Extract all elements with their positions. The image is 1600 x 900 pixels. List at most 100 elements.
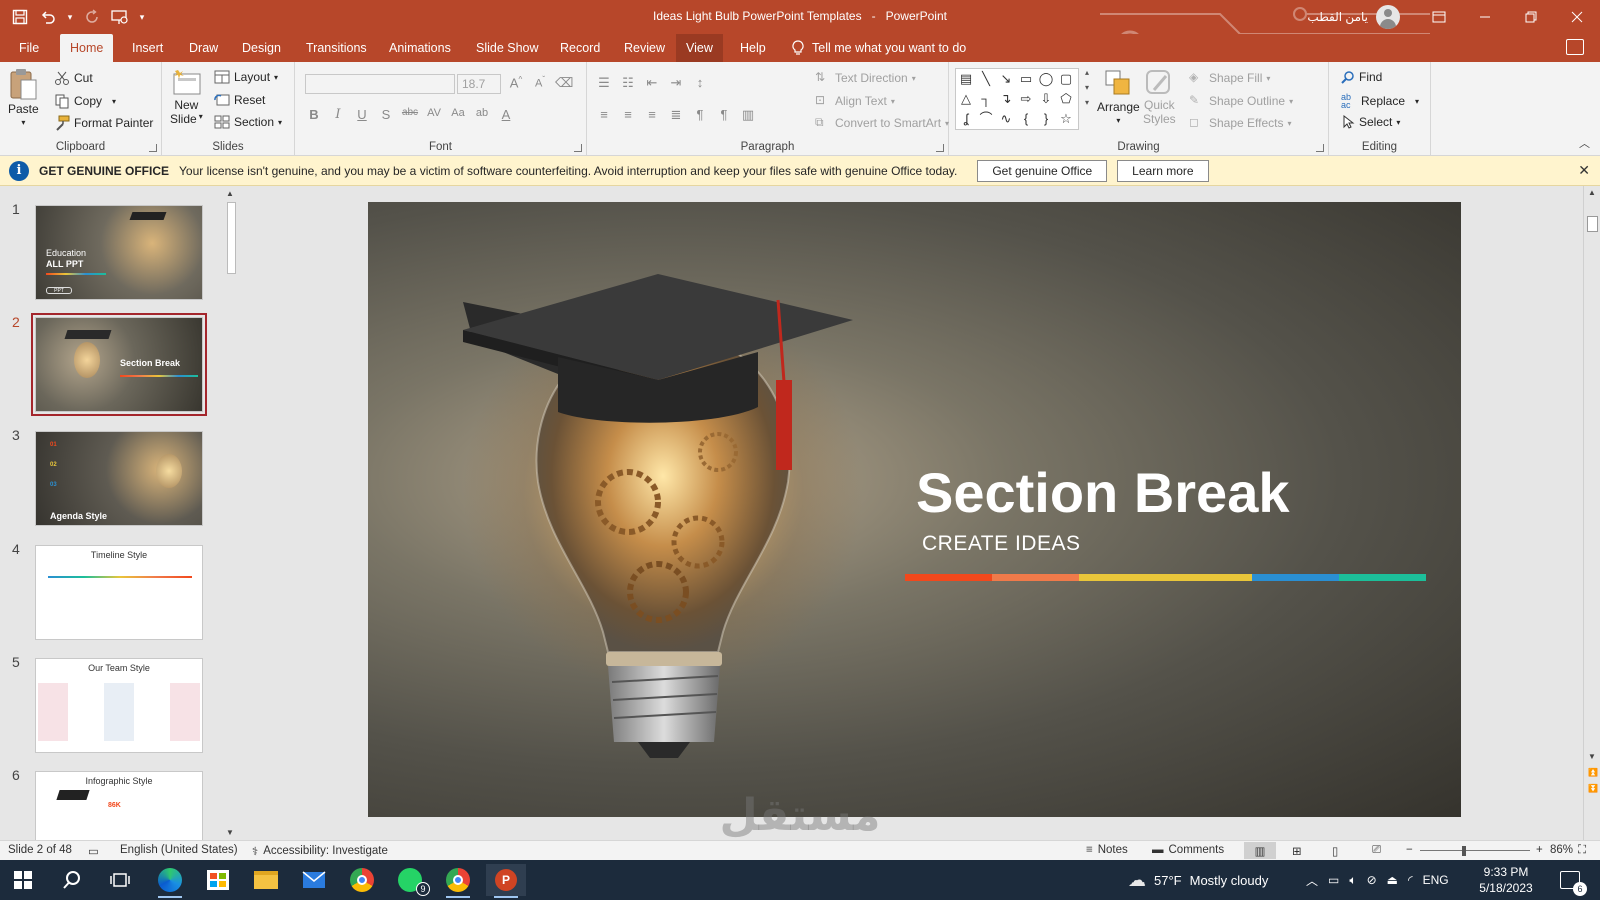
highlight-icon[interactable]: ab <box>473 107 491 122</box>
slide-title[interactable]: Section Break <box>916 460 1290 525</box>
reset-button[interactable]: Reset <box>214 93 265 107</box>
tab-file[interactable]: File <box>9 34 49 62</box>
account-area[interactable]: يامن القطب <box>1307 4 1400 30</box>
left-brace-shape-icon[interactable]: { <box>1016 109 1036 129</box>
align-left-icon[interactable]: ≡ <box>595 107 613 123</box>
language-status[interactable]: English (United States) <box>120 844 238 856</box>
system-clock[interactable]: 9:33 PM 5/18/2023 <box>1465 864 1547 896</box>
windows-start-icon[interactable] <box>3 864 43 896</box>
clear-formatting-icon[interactable]: ⌫ <box>555 75 573 91</box>
pentagon-shape-icon[interactable]: ⬠ <box>1056 89 1076 109</box>
slide-subtitle[interactable]: CREATE IDEAS <box>922 532 1080 556</box>
normal-view-icon[interactable]: ▥ <box>1244 842 1276 859</box>
clipboard-launcher-icon[interactable] <box>149 144 157 152</box>
bold-icon[interactable]: B <box>305 107 323 122</box>
justify-icon[interactable]: ≣ <box>667 107 685 123</box>
tab-review[interactable]: Review <box>614 34 675 62</box>
task-view-icon[interactable] <box>100 864 140 896</box>
edge-browser-icon[interactable] <box>150 864 190 898</box>
scroll-thumb[interactable] <box>227 202 236 274</box>
zoom-out-button[interactable]: − <box>1406 844 1413 856</box>
rounded-rect-shape-icon[interactable]: ▢ <box>1056 69 1076 89</box>
notification-center-icon[interactable]: 6 <box>1560 860 1587 900</box>
font-launcher-icon[interactable] <box>574 144 582 152</box>
mail-icon[interactable] <box>294 864 334 896</box>
arc-shape-icon[interactable]: ⌒ <box>976 109 996 129</box>
decrease-font-icon[interactable]: Aˇ <box>531 75 549 91</box>
zoom-slider[interactable] <box>1420 850 1530 851</box>
avatar[interactable] <box>1376 5 1400 29</box>
next-slide-icon[interactable]: ⏬ <box>1588 784 1598 793</box>
change-case-icon[interactable]: Aa <box>449 107 467 122</box>
paste-button[interactable]: Paste ▾ <box>8 68 39 127</box>
shape-effects-button[interactable]: ◻ Shape Effects ▾ <box>1189 115 1292 131</box>
oval-shape-icon[interactable]: ◯ <box>1036 69 1056 89</box>
restore-icon[interactable] <box>1508 0 1554 34</box>
columns-icon[interactable]: ▥ <box>739 107 757 123</box>
accessibility-status[interactable]: ⚕ Accessibility: Investigate <box>252 844 388 858</box>
font-color-icon[interactable]: A <box>497 107 515 122</box>
numbering-icon[interactable]: ☷ <box>619 75 637 91</box>
font-family-box[interactable] <box>305 74 455 94</box>
right-brace-shape-icon[interactable]: } <box>1036 109 1056 129</box>
increase-font-icon[interactable]: A^ <box>507 75 525 91</box>
slide-sorter-icon[interactable]: ⊞ <box>1292 844 1302 858</box>
triangle-shape-icon[interactable]: △ <box>956 89 976 109</box>
freeform-shape-icon[interactable]: ʆ <box>956 109 976 129</box>
input-language[interactable]: ENG <box>1423 873 1449 887</box>
section-button[interactable]: Section ▾ <box>214 115 282 129</box>
curve-shape-icon[interactable]: ∿ <box>996 109 1016 129</box>
slide-thumbnail-3[interactable]: 01 02 03 Agenda Style <box>35 431 203 526</box>
find-button[interactable]: Find <box>1341 70 1382 84</box>
new-slide-button[interactable]: New Slide ▾ <box>170 68 203 126</box>
text-direction-button[interactable]: ⇅ Text Direction ▾ <box>815 70 916 86</box>
chrome-icon[interactable] <box>342 864 382 896</box>
drawing-launcher-icon[interactable] <box>1316 144 1324 152</box>
format-painter-button[interactable]: Format Painter <box>54 115 153 131</box>
close-icon[interactable] <box>1554 0 1600 34</box>
paragraph-launcher-icon[interactable] <box>936 144 944 152</box>
line-spacing-icon[interactable]: ↕ <box>691 75 709 91</box>
align-text-button[interactable]: ⊡ Align Text ▾ <box>815 93 895 109</box>
copy-button[interactable]: Copy ▾ <box>54 93 116 109</box>
slide-scrollbar[interactable]: ▲ ▼ ⏫ ⏬ <box>1583 186 1600 840</box>
battery-icon[interactable]: ▭ <box>1328 873 1339 887</box>
slide-thumbnail-5[interactable]: Our Team Style <box>35 658 203 753</box>
tab-help[interactable]: Help <box>730 34 776 62</box>
slide-thumbnail-1[interactable]: Education ALL PPT PPT <box>35 205 203 300</box>
quick-styles-button[interactable]: Quick Styles <box>1143 68 1176 126</box>
tab-home[interactable]: Home <box>60 34 114 62</box>
spelling-icon[interactable]: ▭ <box>88 844 99 858</box>
bullets-icon[interactable]: ☰ <box>595 75 613 91</box>
previous-slide-icon[interactable]: ⏫ <box>1588 768 1598 777</box>
decrease-indent-icon[interactable]: ⇤ <box>643 75 661 91</box>
weather-widget[interactable]: ☁ 57°F Mostly cloudy <box>1128 860 1268 900</box>
shape-outline-button[interactable]: ✎ Shape Outline ▾ <box>1189 93 1293 109</box>
underline-icon[interactable]: U <box>353 107 371 122</box>
usb-icon[interactable]: ⏏︎ <box>1387 873 1398 887</box>
minimize-icon[interactable] <box>1462 0 1508 34</box>
reading-view-icon[interactable]: ▯ <box>1332 844 1338 858</box>
align-right-icon[interactable]: ≡ <box>643 107 661 123</box>
scroll-up-icon[interactable]: ▲ <box>1588 188 1596 197</box>
get-genuine-office-button[interactable]: Get genuine Office <box>977 159 1108 182</box>
align-center-icon[interactable]: ≡ <box>619 107 637 123</box>
gallery-scroll[interactable]: ▴ ▾ ▾ <box>1082 68 1092 107</box>
zoom-in-button[interactable]: + <box>1536 844 1543 856</box>
show-hidden-icons-icon[interactable]: ︿ <box>1306 872 1318 889</box>
convert-smartart-button[interactable]: ⧉ Convert to SmartArt ▾ <box>815 115 949 131</box>
current-slide[interactable]: Section Break CREATE IDEAS <box>368 202 1461 817</box>
shapes-gallery[interactable]: ▤ ╲ ↘ ▭ ◯ ▢ △ ┐ ↴ ⇨ ⇩ ⬠ ʆ ⌒ ∿ { } ☆ <box>955 68 1079 130</box>
tab-transitions[interactable]: Transitions <box>296 34 377 62</box>
slide-thumbnail-2[interactable]: Section Break <box>31 313 207 416</box>
slideshow-view-icon[interactable]: ⎚ <box>1372 844 1381 857</box>
search-icon[interactable] <box>52 864 92 896</box>
ltr-icon[interactable]: ¶ <box>691 107 709 123</box>
arrow-line-shape-icon[interactable]: ↘ <box>996 69 1016 89</box>
strikethrough-icon[interactable]: abc <box>401 107 419 122</box>
network-off-icon[interactable]: ⊘ <box>1367 873 1377 887</box>
thumbnail-scrollbar[interactable]: ▲ ▼ <box>223 186 240 840</box>
layout-button[interactable]: Layout ▾ <box>214 70 278 84</box>
slide-thumbnail-6[interactable]: Infographic Style 86K <box>35 771 203 840</box>
slide-thumbnail-4[interactable]: Timeline Style <box>35 545 203 640</box>
